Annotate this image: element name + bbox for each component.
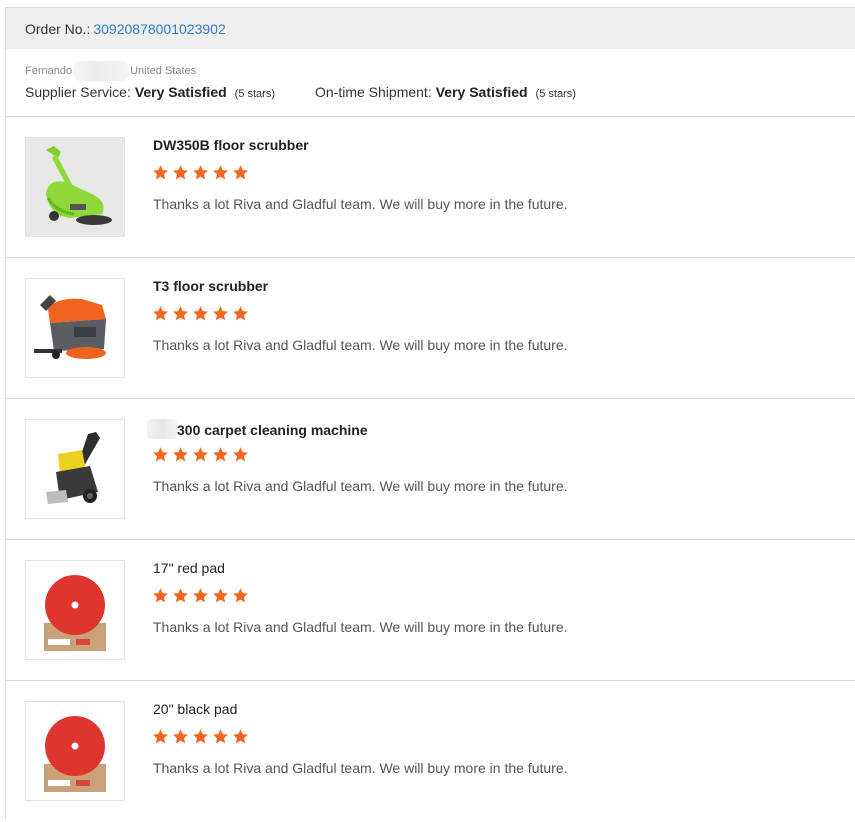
- review-text: Thanks a lot Riva and Gladful team. We w…: [153, 760, 568, 776]
- supplier-service-label: Supplier Service:: [25, 84, 131, 100]
- star-icon: [173, 588, 188, 603]
- product-image-red-pad[interactable]: [25, 701, 125, 801]
- reviewer-blur-mask: [73, 61, 130, 81]
- product-name-text: 300 carpet cleaning machine: [177, 422, 368, 438]
- star-icon: [233, 729, 248, 744]
- star-icon: [193, 729, 208, 744]
- order-number-label: Order No.:: [25, 20, 91, 37]
- star-rating: [152, 164, 249, 181]
- star-icon: [213, 447, 228, 462]
- star-icon: [213, 588, 228, 603]
- product-image-red-pad[interactable]: [25, 560, 125, 660]
- star-icon: [233, 306, 248, 321]
- shipment-stars: (5 stars): [535, 88, 576, 100]
- star-rating: [152, 728, 249, 745]
- review-item: 300 carpet cleaning machine Thanks a lot…: [6, 399, 855, 540]
- star-icon: [173, 165, 188, 180]
- review-text: Thanks a lot Riva and Gladful team. We w…: [153, 619, 568, 635]
- review-text: Thanks a lot Riva and Gladful team. We w…: [153, 478, 568, 494]
- star-icon: [193, 588, 208, 603]
- star-icon: [193, 447, 208, 462]
- review-item: T3 floor scrubber Thanks a lot Riva and …: [6, 258, 855, 399]
- star-icon: [213, 165, 228, 180]
- reviewer-info: Fernando United States: [25, 61, 196, 81]
- product-image-floor-scrubber[interactable]: [25, 137, 125, 237]
- star-icon: [233, 165, 248, 180]
- product-name[interactable]: 20" black pad: [153, 701, 237, 717]
- star-icon: [233, 588, 248, 603]
- review-item: 20" black pad Thanks a lot Riva and Glad…: [6, 681, 855, 822]
- star-icon: [173, 447, 188, 462]
- star-icon: [213, 729, 228, 744]
- supplier-service-stars: (5 stars): [234, 88, 275, 100]
- product-name[interactable]: 300 carpet cleaning machine: [147, 419, 368, 439]
- product-name[interactable]: DW350B floor scrubber: [153, 137, 309, 153]
- star-icon: [153, 306, 168, 321]
- star-icon: [153, 588, 168, 603]
- order-ratings: Supplier Service: Very Satisfied (5 star…: [25, 84, 576, 100]
- product-image-carpet-cleaner[interactable]: [25, 419, 125, 519]
- shipment-label: On-time Shipment:: [315, 84, 432, 100]
- review-item: 17" red pad Thanks a lot Riva and Gladfu…: [6, 540, 855, 681]
- star-icon: [213, 306, 228, 321]
- order-number-link[interactable]: 30920878001023902: [93, 21, 225, 37]
- star-rating: [152, 446, 249, 463]
- reviewer-name: Fernando: [25, 65, 73, 77]
- star-icon: [153, 165, 168, 180]
- star-icon: [153, 729, 168, 744]
- shipment-value: Very Satisfied: [435, 84, 528, 100]
- supplier-service-value: Very Satisfied: [134, 84, 227, 100]
- star-icon: [233, 447, 248, 462]
- review-item: DW350B floor scrubber Thanks a lot Riva …: [6, 117, 855, 258]
- order-header: Order No.: 30920878001023902: [6, 8, 855, 49]
- star-rating: [152, 305, 249, 322]
- star-icon: [153, 447, 168, 462]
- product-name[interactable]: 17" red pad: [153, 560, 225, 576]
- product-name-blur-mask: [147, 419, 177, 439]
- star-rating: [152, 587, 249, 604]
- reviewer-country: United States: [130, 65, 197, 77]
- star-icon: [173, 306, 188, 321]
- product-image-floor-scrubber[interactable]: [25, 278, 125, 378]
- review-text: Thanks a lot Riva and Gladful team. We w…: [153, 196, 568, 212]
- star-icon: [193, 306, 208, 321]
- star-icon: [173, 729, 188, 744]
- product-name[interactable]: T3 floor scrubber: [153, 278, 268, 294]
- review-text: Thanks a lot Riva and Gladful team. We w…: [153, 337, 568, 353]
- star-icon: [193, 165, 208, 180]
